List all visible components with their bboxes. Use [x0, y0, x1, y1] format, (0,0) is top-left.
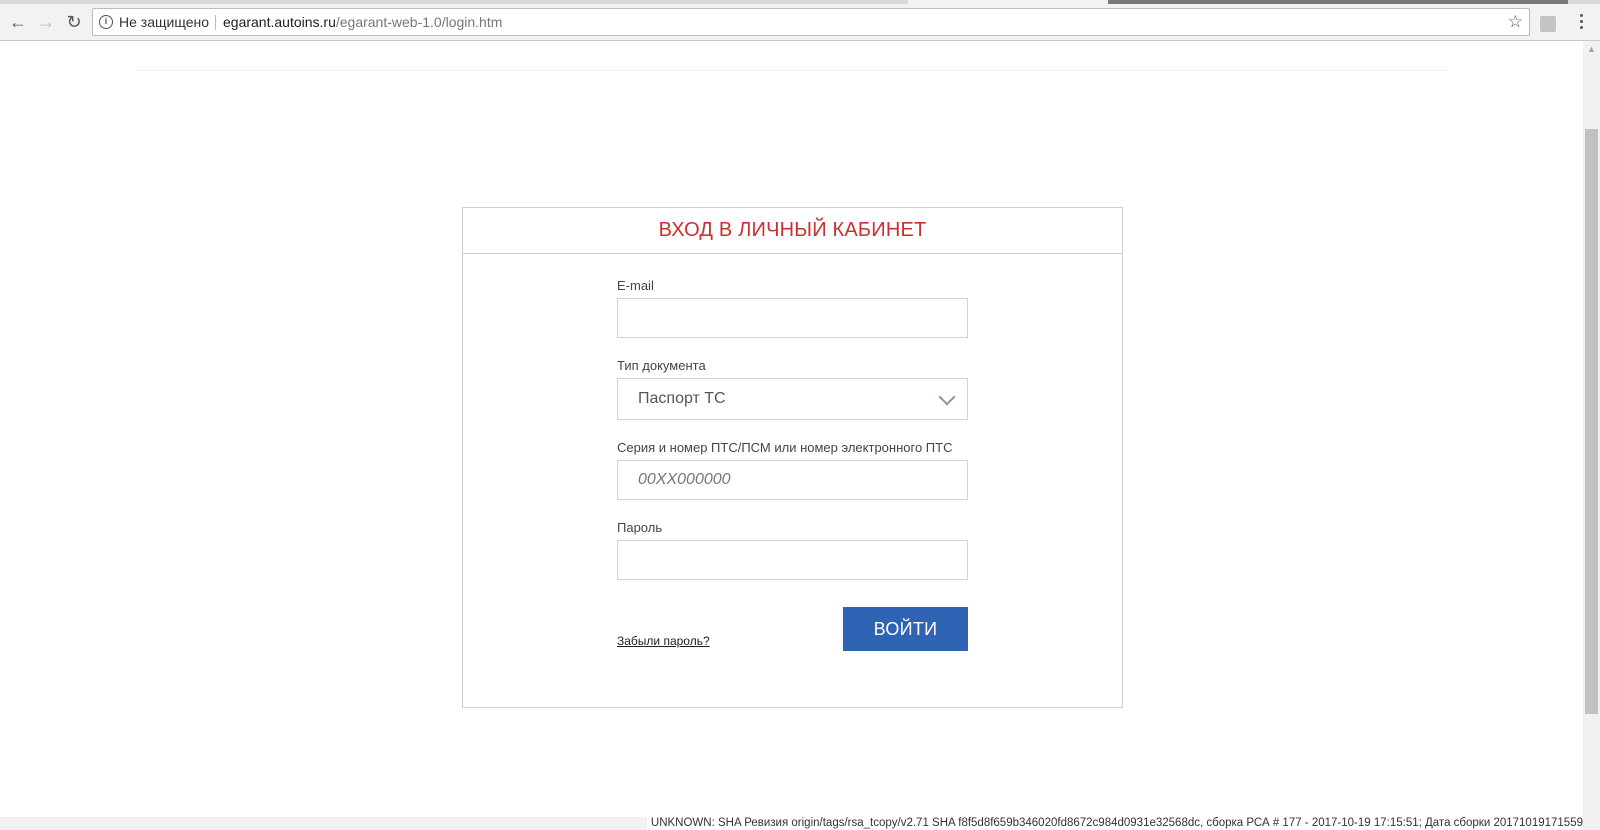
url-path: /egarant-web-1.0/login.htm — [335, 14, 503, 30]
docnum-field[interactable]: 00XX000000 — [617, 460, 968, 500]
reload-icon[interactable]: ↻ — [62, 10, 86, 34]
forward-arrow-icon[interactable]: → — [34, 10, 58, 34]
chevron-down-icon — [938, 388, 956, 406]
email-label: E-mail — [617, 278, 654, 293]
url-text[interactable]: egarant.autoins.ru/egarant-web-1.0/login… — [223, 9, 502, 35]
password-label: Пароль — [617, 520, 663, 535]
email-field[interactable] — [617, 298, 968, 338]
header-divider — [137, 70, 1448, 71]
info-icon[interactable]: i — [99, 15, 113, 29]
doctype-label: Тип документа — [617, 358, 706, 373]
build-info: UNKNOWN: SHA Ревизия origin/tags/rsa_tco… — [646, 817, 1583, 830]
scroll-up-icon[interactable]: ▲ — [1583, 41, 1600, 58]
password-field[interactable] — [617, 540, 968, 580]
back-arrow-icon[interactable]: ← — [6, 10, 30, 34]
pdf-extension-icon[interactable] — [1540, 16, 1556, 32]
browser-toolbar: ← → ↻ i Не защищено egarant.autoins.ru/e… — [0, 4, 1600, 41]
doctype-select[interactable]: Паспорт ТС — [617, 378, 968, 420]
address-bar[interactable]: i Не защищено egarant.autoins.ru/egarant… — [92, 8, 1530, 36]
forgot-password-link[interactable]: Забыли пароль? — [617, 634, 710, 648]
doctype-selected-value: Паспорт ТС — [638, 390, 726, 407]
browser-menu-icon[interactable] — [1580, 14, 1584, 32]
vertical-scrollbar[interactable]: ▲ — [1583, 41, 1600, 817]
bookmark-star-icon[interactable]: ☆ — [1508, 9, 1523, 35]
login-title: ВХОД В ЛИЧНЫЙ КАБИНЕТ — [463, 208, 1122, 254]
login-card: ВХОД В ЛИЧНЫЙ КАБИНЕТ E-mail Тип докумен… — [462, 207, 1123, 708]
url-host: egarant.autoins.ru — [223, 14, 336, 30]
scrollbar-thumb[interactable] — [1585, 129, 1598, 714]
security-label[interactable]: Не защищено — [119, 9, 209, 35]
docnum-label: Серия и номер ПТС/ПСМ или номер электрон… — [617, 440, 953, 455]
login-button[interactable]: ВОЙТИ — [843, 607, 968, 651]
address-separator — [215, 15, 216, 30]
